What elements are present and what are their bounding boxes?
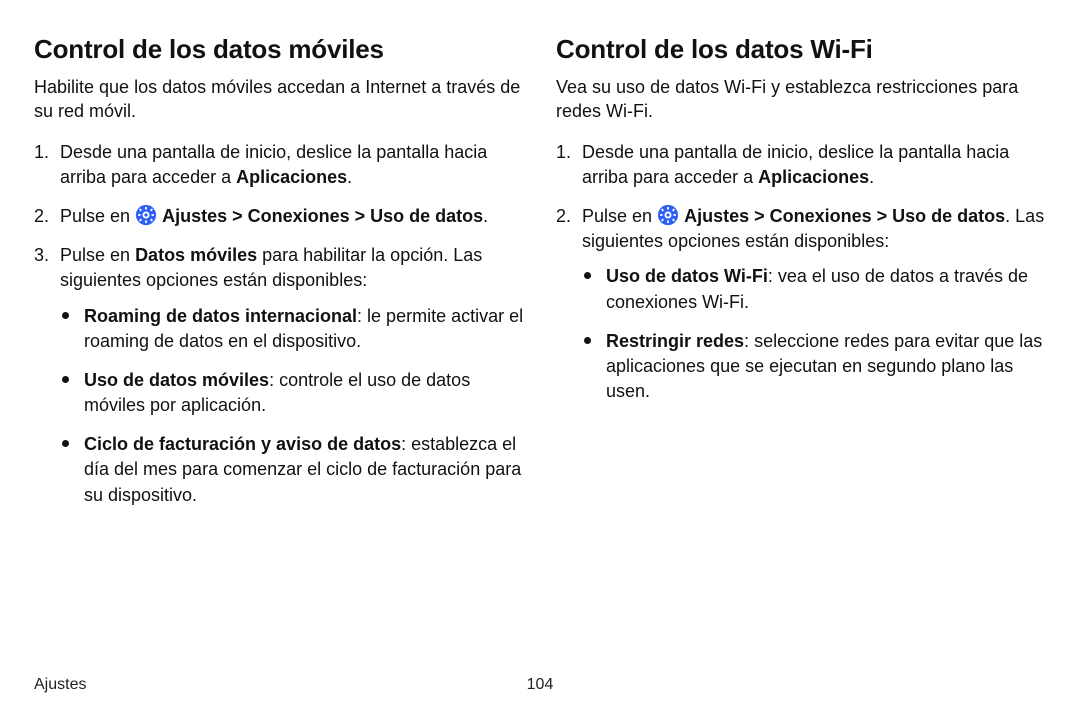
step-bold: Ajustes > Conexiones > Uso de datos <box>162 206 483 226</box>
step-text: Pulse en <box>60 245 135 265</box>
step-item: Pulse en Ajustes > Conexiones > Uso de d… <box>556 204 1046 404</box>
step-text: . <box>347 167 352 187</box>
step-bold: Ajustes > Conexiones > Uso de datos <box>684 206 1005 226</box>
step-item: Pulse en Datos móviles para habilitar la… <box>34 243 524 508</box>
settings-gear-icon <box>657 204 679 226</box>
settings-gear-icon <box>135 204 157 226</box>
bullets-mobile-data: Roaming de datos internacional: le permi… <box>60 304 524 508</box>
bullet-bold: Uso de datos Wi-Fi <box>606 266 768 286</box>
bullet-bold: Ciclo de facturación y aviso de datos <box>84 434 401 454</box>
step-item: Desde una pantalla de inicio, deslice la… <box>34 140 524 190</box>
footer-page-number: 104 <box>527 676 554 694</box>
footer-section: Ajustes <box>34 676 527 694</box>
intro-wifi-data: Vea su uso de datos Wi-Fi y establezca r… <box>556 75 1046 124</box>
step-text: Pulse en <box>60 206 135 226</box>
step-bold: Aplicaciones <box>236 167 347 187</box>
bullet-item: Roaming de datos internacional: le permi… <box>60 304 524 354</box>
page-footer: Ajustes 104 <box>0 660 1080 710</box>
step-text: . <box>869 167 874 187</box>
page-content: Control de los datos móviles Habilite qu… <box>0 0 1080 660</box>
column-mobile-data: Control de los datos móviles Habilite qu… <box>34 34 524 660</box>
intro-mobile-data: Habilite que los datos móviles accedan a… <box>34 75 524 124</box>
column-wifi-data: Control de los datos Wi-Fi Vea su uso de… <box>556 34 1046 660</box>
bullets-wifi-data: Uso de datos Wi-Fi: vea el uso de datos … <box>582 264 1046 404</box>
step-text: . <box>483 206 488 226</box>
step-text: Pulse en <box>582 206 657 226</box>
step-item: Desde una pantalla de inicio, deslice la… <box>556 140 1046 190</box>
bullet-bold: Uso de datos móviles <box>84 370 269 390</box>
bullet-item: Ciclo de facturación y aviso de datos: e… <box>60 432 524 508</box>
heading-wifi-data: Control de los datos Wi-Fi <box>556 34 1046 65</box>
step-bold: Aplicaciones <box>758 167 869 187</box>
step-item: Pulse en Ajustes > Conexiones > Uso de d… <box>34 204 524 229</box>
heading-mobile-data: Control de los datos móviles <box>34 34 524 65</box>
bullet-bold: Roaming de datos internacional <box>84 306 357 326</box>
bullet-bold: Restringir redes <box>606 331 744 351</box>
bullet-item: Uso de datos Wi-Fi: vea el uso de datos … <box>582 264 1046 314</box>
bullet-item: Uso de datos móviles: controle el uso de… <box>60 368 524 418</box>
steps-mobile-data: Desde una pantalla de inicio, deslice la… <box>34 140 524 508</box>
bullet-item: Restringir redes: seleccione redes para … <box>582 329 1046 405</box>
step-bold: Datos móviles <box>135 245 257 265</box>
steps-wifi-data: Desde una pantalla de inicio, deslice la… <box>556 140 1046 405</box>
